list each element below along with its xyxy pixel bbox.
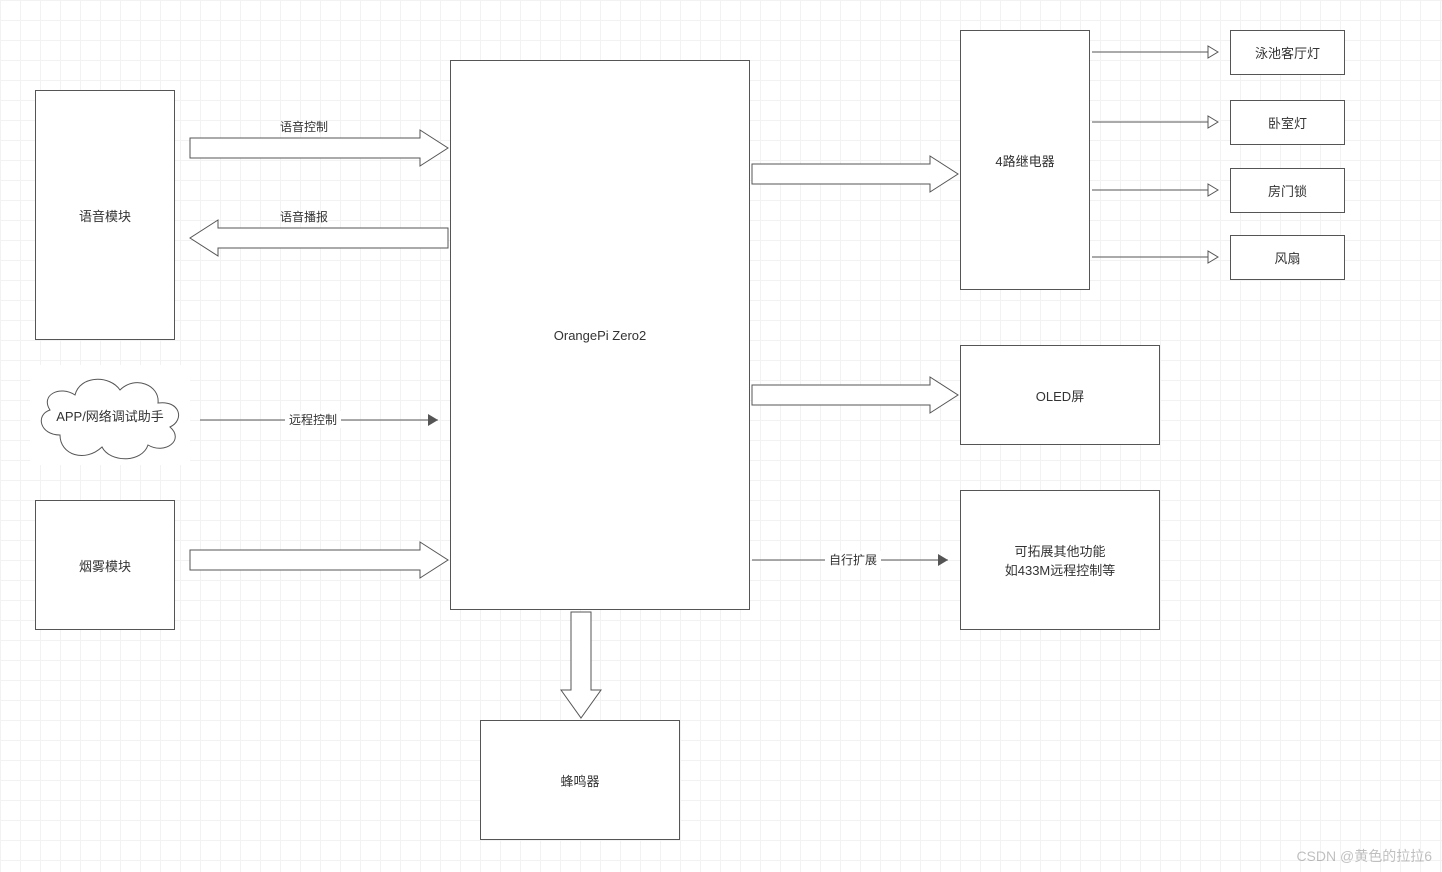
node-out2: 卧室灯 [1230, 100, 1345, 145]
node-buzzer-label: 蜂鸣器 [560, 771, 599, 790]
node-out1: 泳池客厅灯 [1230, 30, 1345, 75]
node-smoke-module-label: 烟雾模块 [79, 556, 131, 575]
node-app-network-label: APP/网络调试助手 [56, 406, 164, 425]
node-expand-line2: 如433M远程控制等 [1005, 560, 1116, 579]
node-voice-module: 语音模块 [35, 90, 175, 340]
node-out4-label: 风扇 [1274, 248, 1300, 267]
label-voice-control: 语音控制 [280, 118, 328, 135]
node-out2-label: 卧室灯 [1268, 113, 1307, 132]
node-central-label: OrangePi Zero2 [554, 328, 647, 343]
watermark: CSDN @黄色的拉拉6 [1296, 846, 1432, 866]
node-out4: 风扇 [1230, 235, 1345, 280]
node-smoke-module: 烟雾模块 [35, 500, 175, 630]
node-out3: 房门锁 [1230, 168, 1345, 213]
node-relay-label: 4路继电器 [995, 151, 1054, 170]
label-self-expand: 自行扩展 [825, 551, 881, 568]
label-voice-broadcast: 语音播报 [280, 208, 328, 225]
node-oled: OLED屏 [960, 345, 1160, 445]
node-voice-module-label: 语音模块 [79, 206, 131, 225]
node-expand-line1: 可拓展其他功能 [1014, 541, 1105, 560]
node-expand: 可拓展其他功能 如433M远程控制等 [960, 490, 1160, 630]
node-oled-label: OLED屏 [1036, 386, 1084, 405]
label-remote-control: 远程控制 [285, 411, 341, 428]
node-central: OrangePi Zero2 [450, 60, 750, 610]
node-app-network: APP/网络调试助手 [30, 365, 190, 465]
node-buzzer: 蜂鸣器 [480, 720, 680, 840]
node-out3-label: 房门锁 [1268, 181, 1307, 200]
node-relay: 4路继电器 [960, 30, 1090, 290]
node-out1-label: 泳池客厅灯 [1255, 43, 1320, 62]
